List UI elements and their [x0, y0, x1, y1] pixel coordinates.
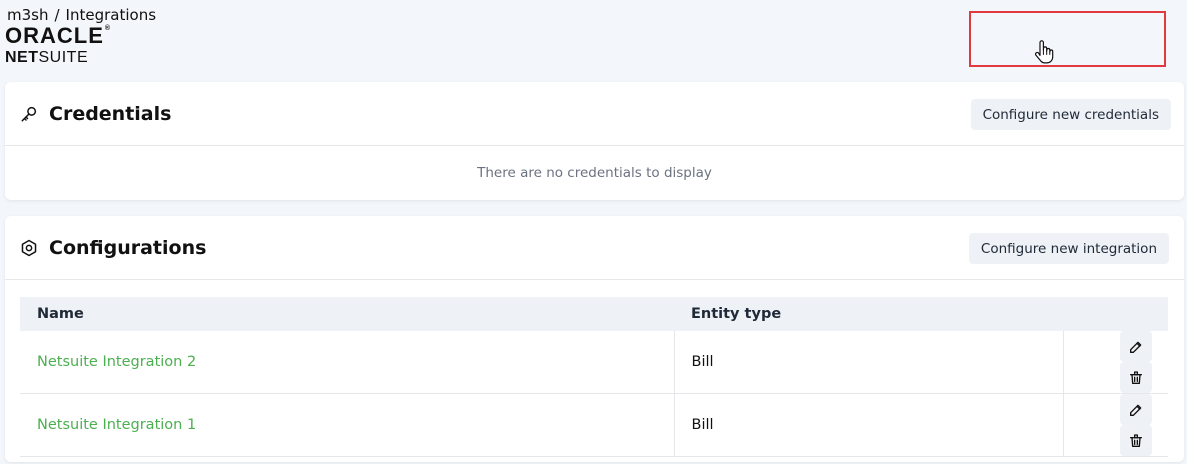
- oracle-netsuite-logo: ORACLE® NETSUITE: [5, 23, 112, 66]
- entity-type-cell: Bill: [674, 393, 1064, 457]
- hexagon-nut-icon: [19, 238, 39, 258]
- trash-icon: [1130, 433, 1142, 447]
- credentials-title: Credentials: [49, 102, 172, 125]
- credentials-header: Credentials Configure new credentials: [5, 82, 1184, 146]
- hand-cursor-icon: [1034, 40, 1054, 68]
- delete-button[interactable]: [1120, 362, 1152, 393]
- table-row: Netsuite Integration 2 Bill: [20, 331, 1168, 394]
- configurations-card: Configurations Configure new integration…: [5, 216, 1184, 462]
- delete-button[interactable]: [1120, 425, 1152, 456]
- breadcrumb: m3sh / Integrations: [7, 6, 156, 24]
- integration-name-link[interactable]: Netsuite Integration 1: [37, 417, 196, 433]
- pencil-icon: [1130, 404, 1142, 416]
- column-header-name: Name: [37, 306, 84, 322]
- breadcrumb-separator: /: [54, 6, 60, 24]
- credentials-card: Credentials Configure new credentials Th…: [5, 82, 1184, 200]
- key-icon: [19, 104, 39, 124]
- entity-type-cell: Bill: [674, 331, 1064, 394]
- integrations-table: Name Entity type Netsuite Integration 2 …: [20, 297, 1168, 457]
- breadcrumb-page: Integrations: [65, 6, 157, 24]
- integration-name-link[interactable]: Netsuite Integration 2: [37, 354, 196, 370]
- column-header-entity-type: Entity type: [691, 306, 782, 322]
- configurations-header: Configurations Configure new integration: [5, 216, 1184, 280]
- highlight-box: [969, 11, 1166, 67]
- edit-button[interactable]: [1120, 331, 1152, 362]
- table-header-row: Name Entity type: [20, 297, 1168, 331]
- breadcrumb-org[interactable]: m3sh: [7, 6, 48, 24]
- trash-icon: [1130, 370, 1142, 384]
- table-row: Netsuite Integration 1 Bill: [20, 393, 1168, 457]
- configurations-title: Configurations: [49, 236, 207, 259]
- configure-new-credentials-button[interactable]: Configure new credentials: [970, 99, 1171, 130]
- configure-new-integration-button[interactable]: Configure new integration: [968, 233, 1169, 264]
- edit-button[interactable]: [1120, 394, 1152, 425]
- pencil-icon: [1130, 341, 1142, 353]
- credentials-empty-state: There are no credentials to display: [477, 165, 712, 181]
